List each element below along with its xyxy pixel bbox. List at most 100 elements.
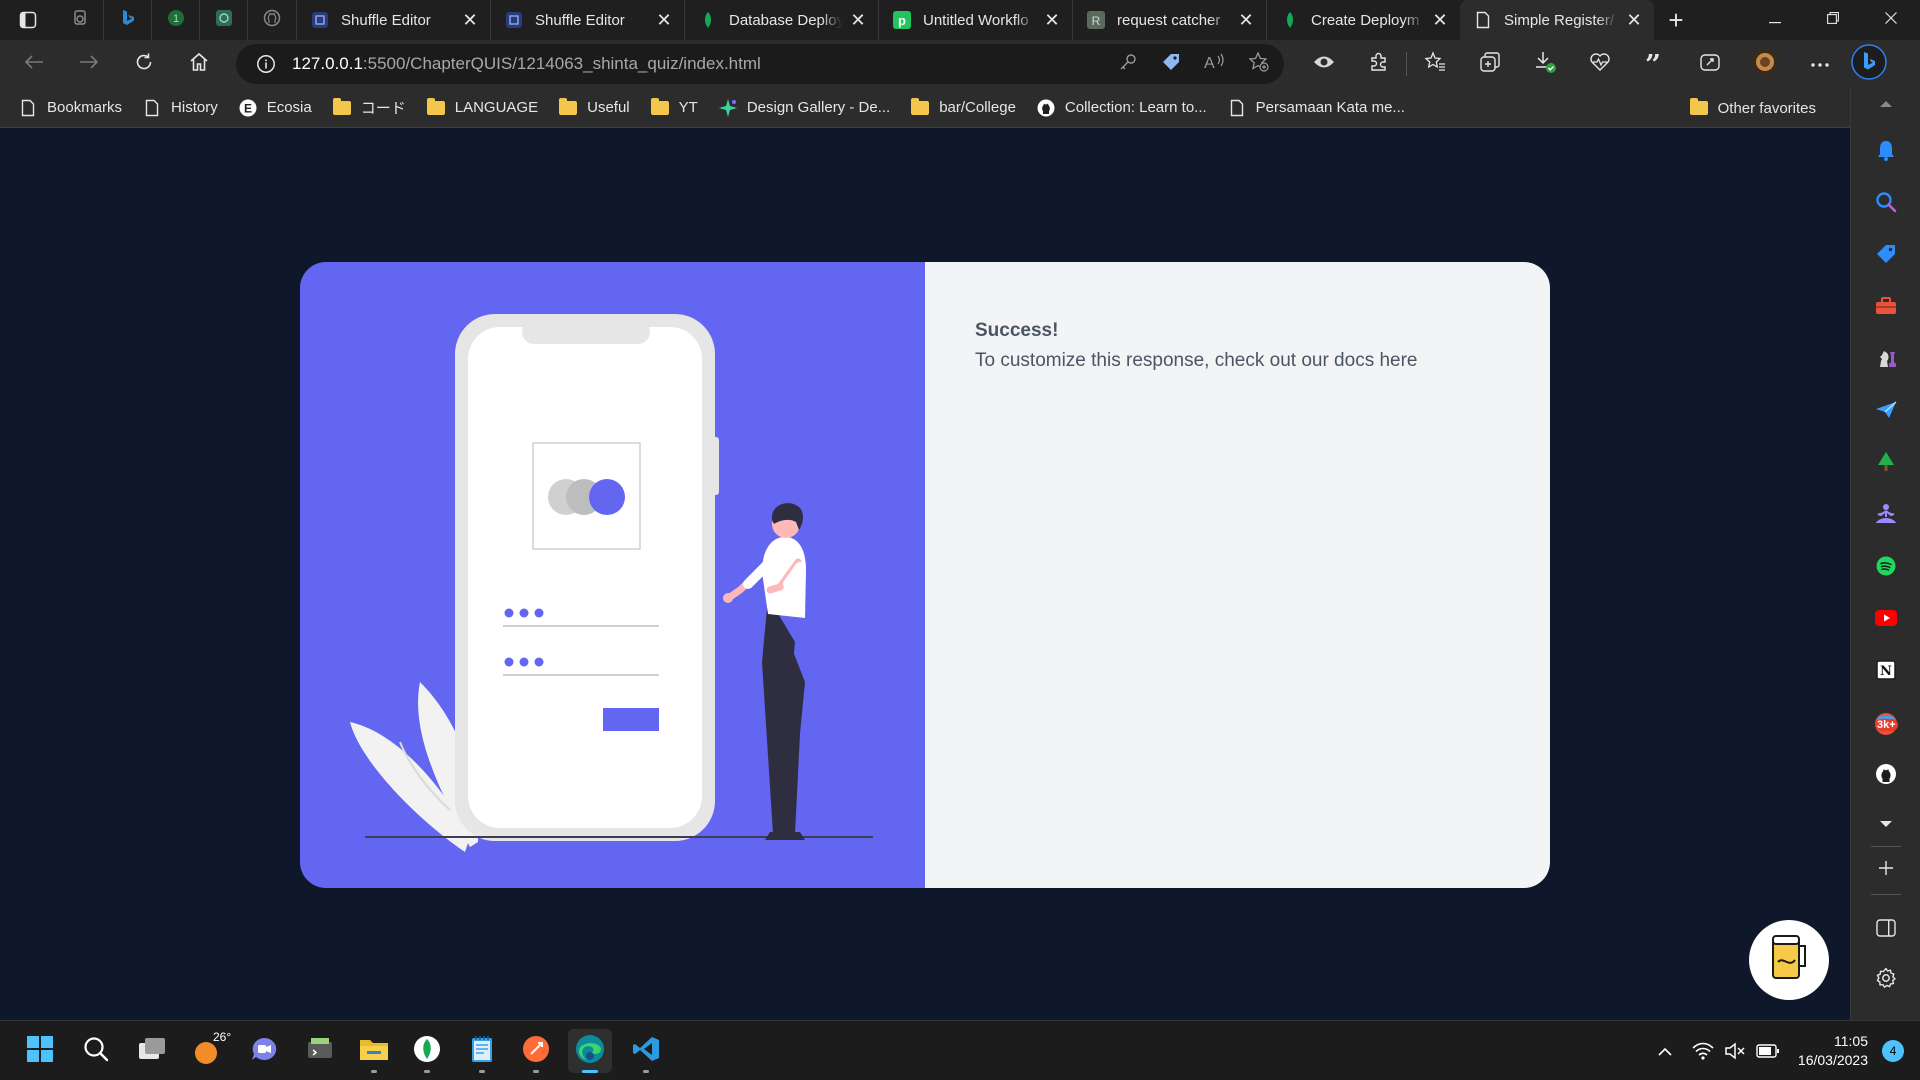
running-indicator — [479, 1070, 485, 1073]
bookmark-bookmarks[interactable]: Bookmarks — [18, 99, 122, 117]
pinned-tab-green[interactable]: 1 — [152, 0, 200, 40]
wifi-icon[interactable] — [1692, 1042, 1714, 1060]
add-favorite-icon[interactable] — [1248, 50, 1270, 78]
sidebar-scroll-up[interactable] — [1851, 84, 1920, 124]
extensions-button[interactable] — [1351, 40, 1406, 88]
quote-extension-button[interactable]: ” — [1627, 40, 1682, 88]
bookmark-persamaan[interactable]: Persamaan Kata me... — [1227, 99, 1405, 117]
tab[interactable]: Shuffle Editor ✕ — [296, 0, 490, 40]
new-tab-button[interactable]: + — [1654, 0, 1698, 40]
refresh-button[interactable] — [116, 40, 171, 88]
sidebar-send[interactable] — [1851, 392, 1920, 432]
close-icon[interactable]: ✕ — [848, 10, 868, 30]
clock[interactable]: 11:05 16/03/2023 — [1798, 1032, 1868, 1070]
back-button[interactable] — [6, 40, 61, 88]
pinned-tab-chatgpt[interactable] — [200, 0, 248, 40]
sidebar-games[interactable] — [1851, 340, 1920, 380]
taskbar-file-explorer[interactable] — [352, 1029, 396, 1073]
screenshot-button[interactable] — [1682, 40, 1737, 88]
sidebar-notifications[interactable] — [1851, 132, 1920, 172]
taskbar-teams[interactable] — [242, 1029, 286, 1073]
sidebar-settings[interactable] — [1851, 960, 1920, 1000]
forward-button[interactable] — [61, 40, 116, 88]
taskbar-app-terminal[interactable] — [298, 1029, 342, 1073]
close-icon[interactable]: ✕ — [460, 10, 480, 30]
task-view[interactable] — [130, 1029, 174, 1073]
bing-chat-button[interactable] — [1847, 40, 1891, 88]
bookmark-design-gallery[interactable]: Design Gallery - De... — [718, 98, 890, 117]
tab[interactable]: R request catcher ✕ — [1072, 0, 1266, 40]
close-icon[interactable]: ✕ — [1430, 10, 1450, 30]
collections-button[interactable] — [1462, 40, 1517, 88]
downloads-button[interactable] — [1517, 40, 1572, 88]
bookmark-folder-useful[interactable]: Useful — [558, 97, 630, 117]
tab[interactable]: Database Deploy ✕ — [684, 0, 878, 40]
sidebar-meditation[interactable] — [1851, 496, 1920, 536]
bookmark-ecosia[interactable]: E Ecosia — [238, 99, 312, 117]
close-window-button[interactable] — [1862, 0, 1920, 40]
taskbar-postman[interactable] — [514, 1029, 558, 1073]
read-aloud-icon[interactable]: A — [1204, 52, 1226, 77]
bookmark-history[interactable]: History — [142, 99, 218, 117]
tab[interactable]: Create Deploym ✕ — [1266, 0, 1460, 40]
url-path: :5500/ChapterQUIS/1214063_shinta_quiz/in… — [362, 54, 761, 73]
bookmark-folder-college[interactable]: bar/College — [910, 97, 1016, 117]
settings-more-button[interactable] — [1792, 40, 1847, 88]
sidebar-search[interactable] — [1851, 184, 1920, 224]
taskbar-notepad[interactable] — [460, 1029, 504, 1073]
favorites-button[interactable] — [1407, 40, 1462, 88]
close-icon[interactable]: ✕ — [1624, 10, 1644, 30]
bookmark-folder-language[interactable]: LANGUAGE — [426, 97, 538, 117]
taskbar-search[interactable] — [74, 1029, 118, 1073]
bookmark-collection[interactable]: Collection: Learn to... — [1036, 99, 1207, 117]
folder-icon — [426, 97, 446, 117]
browser-essentials-button[interactable] — [1572, 40, 1627, 88]
info-icon[interactable] — [256, 54, 276, 74]
pinned-tab-copilot[interactable] — [56, 0, 104, 40]
taskbar-mongodb[interactable] — [405, 1029, 449, 1073]
volume-muted-icon[interactable] — [1724, 1042, 1746, 1060]
sidebar-youtube[interactable] — [1851, 600, 1920, 640]
folder-icon — [359, 1036, 389, 1067]
show-hidden-icons[interactable] — [1658, 1047, 1672, 1056]
buy-me-a-beer-button[interactable] — [1749, 920, 1829, 1000]
taskbar-weather[interactable]: 26° — [186, 1029, 231, 1073]
taskbar-edge[interactable] — [568, 1029, 612, 1073]
pinned-tab-bing[interactable] — [104, 0, 152, 40]
extension-eye-button[interactable] — [1296, 40, 1351, 88]
tab[interactable]: Shuffle Editor ✕ — [490, 0, 684, 40]
sidebar-notion[interactable]: N — [1851, 652, 1920, 692]
profile-button[interactable] — [1737, 40, 1792, 88]
plus-icon — [1878, 860, 1894, 881]
home-button[interactable] — [171, 40, 226, 88]
battery-icon[interactable] — [1756, 1044, 1780, 1058]
sidebar-notifications-badge[interactable]: 3k+ — [1851, 704, 1920, 744]
restore-button[interactable] — [1804, 0, 1862, 40]
bookmark-other-favorites[interactable]: Other favorites — [1689, 88, 1816, 128]
sidebar-spotify[interactable] — [1851, 548, 1920, 588]
tab-actions-icon[interactable] — [0, 0, 56, 40]
sidebar-tree[interactable] — [1851, 444, 1920, 484]
tab-active[interactable]: Simple Register/ ✕ — [1460, 0, 1654, 40]
sidebar-hide[interactable] — [1851, 910, 1920, 950]
r-icon: R — [1087, 11, 1105, 29]
coupon-tag-icon[interactable] — [1160, 51, 1182, 78]
sidebar-shopping[interactable] — [1851, 236, 1920, 276]
tab[interactable]: p Untitled Workflo ✕ — [878, 0, 1072, 40]
sidebar-github[interactable] — [1851, 756, 1920, 796]
key-icon[interactable] — [1118, 52, 1138, 77]
address-bar[interactable]: 127.0.0.1:5500/ChapterQUIS/1214063_shint… — [236, 44, 1284, 84]
sidebar-add[interactable] — [1851, 850, 1920, 890]
close-icon[interactable]: ✕ — [1042, 10, 1062, 30]
close-icon[interactable]: ✕ — [654, 10, 674, 30]
notification-badge[interactable]: 4 — [1882, 1040, 1904, 1062]
bookmark-folder-code[interactable]: コード — [332, 97, 406, 118]
pinned-tab-github[interactable] — [248, 0, 296, 40]
close-icon[interactable]: ✕ — [1236, 10, 1256, 30]
sidebar-more[interactable] — [1851, 804, 1920, 844]
sidebar-tools[interactable] — [1851, 288, 1920, 328]
start-button[interactable] — [18, 1029, 62, 1073]
minimize-button[interactable] — [1746, 0, 1804, 40]
bookmark-folder-yt[interactable]: YT — [650, 97, 698, 117]
taskbar-vscode[interactable] — [624, 1029, 668, 1073]
